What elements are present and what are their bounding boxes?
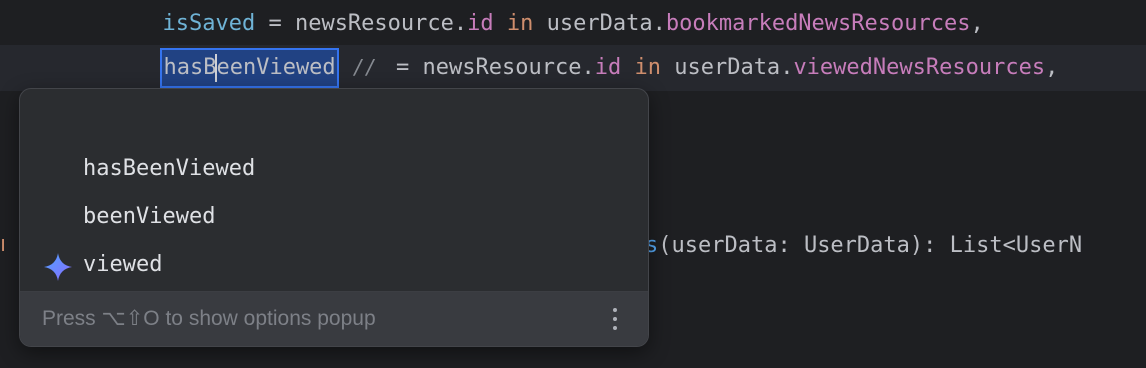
gutter-keyword-fragment: n [0, 232, 4, 256]
rename-suggestions-popup: hasBeenViewed beenViewed viewed isViewed… [19, 88, 649, 347]
keyword-in: in [621, 55, 675, 80]
comma: , [1045, 55, 1059, 80]
property-id: id [594, 55, 622, 80]
code-line-function-signature: s(userData: UserData): List<UserN [645, 223, 1082, 269]
suggestion-item[interactable]: beenViewed [20, 145, 648, 229]
code-line-has-been-viewed: hasBeenViewed// = newsResource.id in use… [0, 45, 1146, 91]
property-viewed: viewedNewsResources [793, 55, 1046, 80]
dot: . [780, 55, 794, 80]
rename-text-before-caret: hasB [163, 55, 217, 80]
options-hint-text: Press ⌥⇧O to show options popup [42, 307, 376, 330]
popup-footer: Press ⌥⇧O to show options popup [20, 291, 648, 346]
dot: . [581, 55, 595, 80]
operator: = [382, 55, 423, 80]
rename-text-after-caret: eenViewed [216, 55, 336, 80]
identifier: newsResource [422, 55, 582, 80]
function-signature-rest: (userData: UserData): List<UserN [658, 233, 1083, 258]
ai-sparkle-icon [44, 253, 72, 281]
suggestion-list: hasBeenViewed beenViewed viewed isViewed [20, 97, 648, 289]
more-vertical-icon[interactable] [612, 308, 618, 332]
suggestion-item[interactable]: viewed [20, 193, 648, 277]
suggestion-item[interactable]: hasBeenViewed [20, 97, 648, 181]
identifier: userData [674, 55, 781, 80]
suggestion-item-ai[interactable]: isViewed [20, 241, 648, 289]
rename-field[interactable]: hasBeenViewed [160, 48, 339, 88]
ai-rename-hint[interactable]: // [353, 55, 377, 79]
